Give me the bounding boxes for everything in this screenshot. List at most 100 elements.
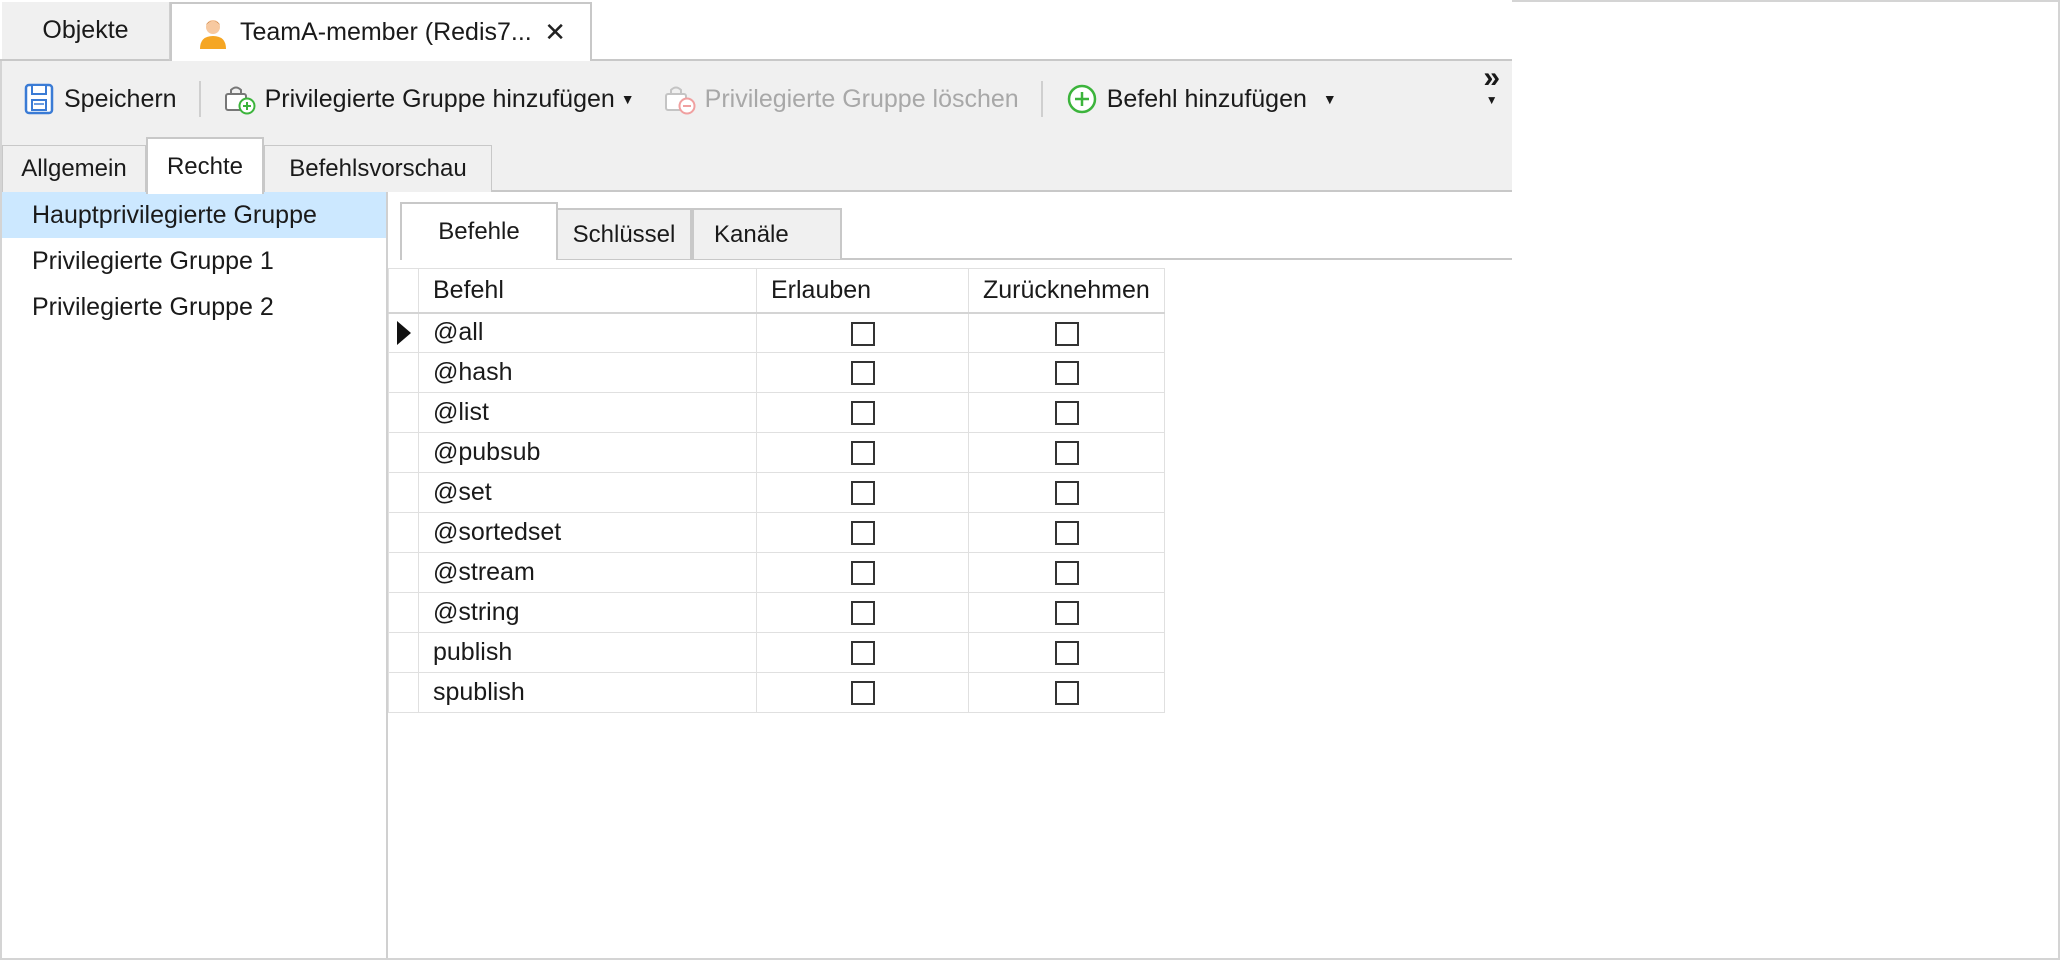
tab-objekte[interactable]: Objekte (2, 2, 170, 61)
allow-checkbox[interactable] (850, 401, 875, 426)
command-name: @stream (418, 552, 757, 593)
tab-schluessel-label: Schlüssel (572, 220, 676, 248)
add-command-button[interactable]: Befehl hinzufügen ▼ (1057, 74, 1345, 124)
commands-table: Befehl Erlauben Zurücknehmen @all @hash … (388, 268, 1165, 713)
command-name: @set (418, 472, 757, 513)
allow-checkbox[interactable] (850, 681, 875, 706)
row-header[interactable] (388, 512, 419, 553)
tab-allgemein-label: Allgemein (21, 155, 127, 182)
row-header[interactable] (388, 552, 419, 593)
row-header[interactable] (388, 592, 419, 633)
current-row-arrow-icon (397, 320, 411, 345)
tab-schluessel[interactable]: Schlüssel (556, 208, 692, 259)
tab-user-teama-member[interactable]: TeamA-member (Redis7... ✕ (170, 2, 592, 63)
table-row[interactable]: spublish (388, 672, 1165, 713)
group-item-main[interactable]: Hauptprivilegierte Gruppe (2, 192, 386, 238)
command-name: @all (418, 312, 757, 353)
revoke-checkbox[interactable] (1054, 681, 1079, 706)
command-name: @sortedset (418, 512, 757, 553)
allow-checkbox[interactable] (850, 321, 875, 346)
revoke-checkbox[interactable] (1054, 561, 1079, 586)
command-name: @pubsub (418, 432, 757, 473)
table-row[interactable]: @all (388, 312, 1165, 353)
row-header[interactable] (388, 352, 419, 393)
tab-kanaele[interactable]: Kanäle (692, 208, 842, 259)
document-tab-bar: Objekte TeamA-member (Redis7... ✕ (0, 0, 1512, 63)
group-detail-panel: Befehle Schlüssel Kanäle Befehl Erlauben… (388, 192, 1512, 958)
chevron-down-icon[interactable]: ▼ (621, 91, 635, 107)
allow-checkbox[interactable] (850, 361, 875, 386)
tab-allgemein[interactable]: Allgemein (2, 145, 146, 192)
revoke-checkbox[interactable] (1054, 481, 1079, 506)
command-name: spublish (418, 672, 757, 713)
allow-checkbox[interactable] (850, 641, 875, 666)
tab-befehlsvorschau-label: Befehlsvorschau (289, 155, 467, 182)
revoke-checkbox[interactable] (1054, 401, 1079, 426)
group-label: Hauptprivilegierte Gruppe (32, 200, 317, 229)
add-command-label: Befehl hinzufügen (1106, 84, 1307, 113)
tab-objekte-label: Objekte (42, 16, 129, 44)
delete-group-label: Privilegierte Gruppe löschen (704, 84, 1019, 113)
table-row[interactable]: @sortedset (388, 512, 1165, 553)
user-icon (198, 17, 228, 49)
table-row[interactable]: @pubsub (388, 432, 1165, 473)
revoke-checkbox[interactable] (1054, 641, 1079, 666)
add-group-icon (223, 82, 257, 116)
save-icon (22, 82, 56, 116)
add-privileged-group-button[interactable]: Privilegierte Gruppe hinzufügen ▼ (215, 74, 643, 124)
command-name: @list (418, 392, 757, 433)
privileged-group-list: Hauptprivilegierte Gruppe Privilegierte … (2, 192, 388, 958)
tab-rechte-label: Rechte (166, 152, 244, 180)
row-header[interactable] (388, 472, 419, 513)
row-header[interactable] (388, 672, 419, 713)
revoke-checkbox[interactable] (1054, 601, 1079, 626)
column-header-erlauben[interactable]: Erlauben (756, 268, 969, 314)
row-header[interactable] (388, 392, 419, 433)
close-tab-icon[interactable]: ✕ (544, 17, 566, 48)
editor-tab-bar: Allgemein Rechte Befehlsvorschau (2, 137, 1512, 194)
toolbar-separator (1040, 81, 1043, 117)
table-row[interactable]: publish (388, 632, 1165, 673)
table-row[interactable]: @hash (388, 352, 1165, 393)
table-row[interactable]: @stream (388, 552, 1165, 593)
tab-befehle[interactable]: Befehle (400, 202, 558, 260)
chevron-down-icon: ▼ (1485, 93, 1498, 107)
double-chevron-icon: » (1483, 61, 1500, 94)
column-header-zuruecknehmen[interactable]: Zurücknehmen (968, 268, 1165, 314)
add-group-label: Privilegierte Gruppe hinzufügen (264, 84, 615, 113)
tab-user-label: TeamA-member (Redis7... (240, 18, 532, 46)
tab-befehlsvorschau[interactable]: Befehlsvorschau (264, 145, 492, 192)
revoke-checkbox[interactable] (1054, 521, 1079, 546)
row-header[interactable] (388, 632, 419, 673)
tab-rechte[interactable]: Rechte (146, 137, 264, 194)
revoke-checkbox[interactable] (1054, 321, 1079, 346)
allow-checkbox[interactable] (850, 521, 875, 546)
save-button[interactable]: Speichern (14, 74, 185, 124)
table-row[interactable]: @set (388, 472, 1165, 513)
delete-privileged-group-button[interactable]: Privilegierte Gruppe löschen (655, 74, 1027, 124)
row-header-corner (388, 268, 419, 314)
tab-befehle-label: Befehle (438, 218, 520, 245)
command-name: @hash (418, 352, 757, 393)
allow-checkbox[interactable] (850, 481, 875, 506)
command-name: publish (418, 632, 757, 673)
allow-checkbox[interactable] (850, 601, 875, 626)
row-header[interactable] (388, 312, 419, 353)
group-label: Privilegierte Gruppe 2 (32, 292, 274, 321)
chevron-down-icon[interactable]: ▼ (1323, 91, 1337, 107)
group-item-1[interactable]: Privilegierte Gruppe 1 (2, 238, 386, 284)
group-label: Privilegierte Gruppe 1 (32, 246, 274, 275)
toolbar-overflow-button[interactable]: » ▼ (1483, 61, 1500, 111)
column-header-befehl[interactable]: Befehl (418, 268, 757, 314)
row-header[interactable] (388, 432, 419, 473)
table-header-row: Befehl Erlauben Zurücknehmen (388, 268, 1165, 314)
allow-checkbox[interactable] (850, 561, 875, 586)
toolbar: Speichern Privilegierte Gruppe hinzufüge… (2, 61, 1512, 137)
revoke-checkbox[interactable] (1054, 441, 1079, 466)
group-item-2[interactable]: Privilegierte Gruppe 2 (2, 284, 386, 330)
add-circle-icon (1065, 82, 1099, 116)
allow-checkbox[interactable] (850, 441, 875, 466)
revoke-checkbox[interactable] (1054, 361, 1079, 386)
table-row[interactable]: @string (388, 592, 1165, 633)
table-row[interactable]: @list (388, 392, 1165, 433)
